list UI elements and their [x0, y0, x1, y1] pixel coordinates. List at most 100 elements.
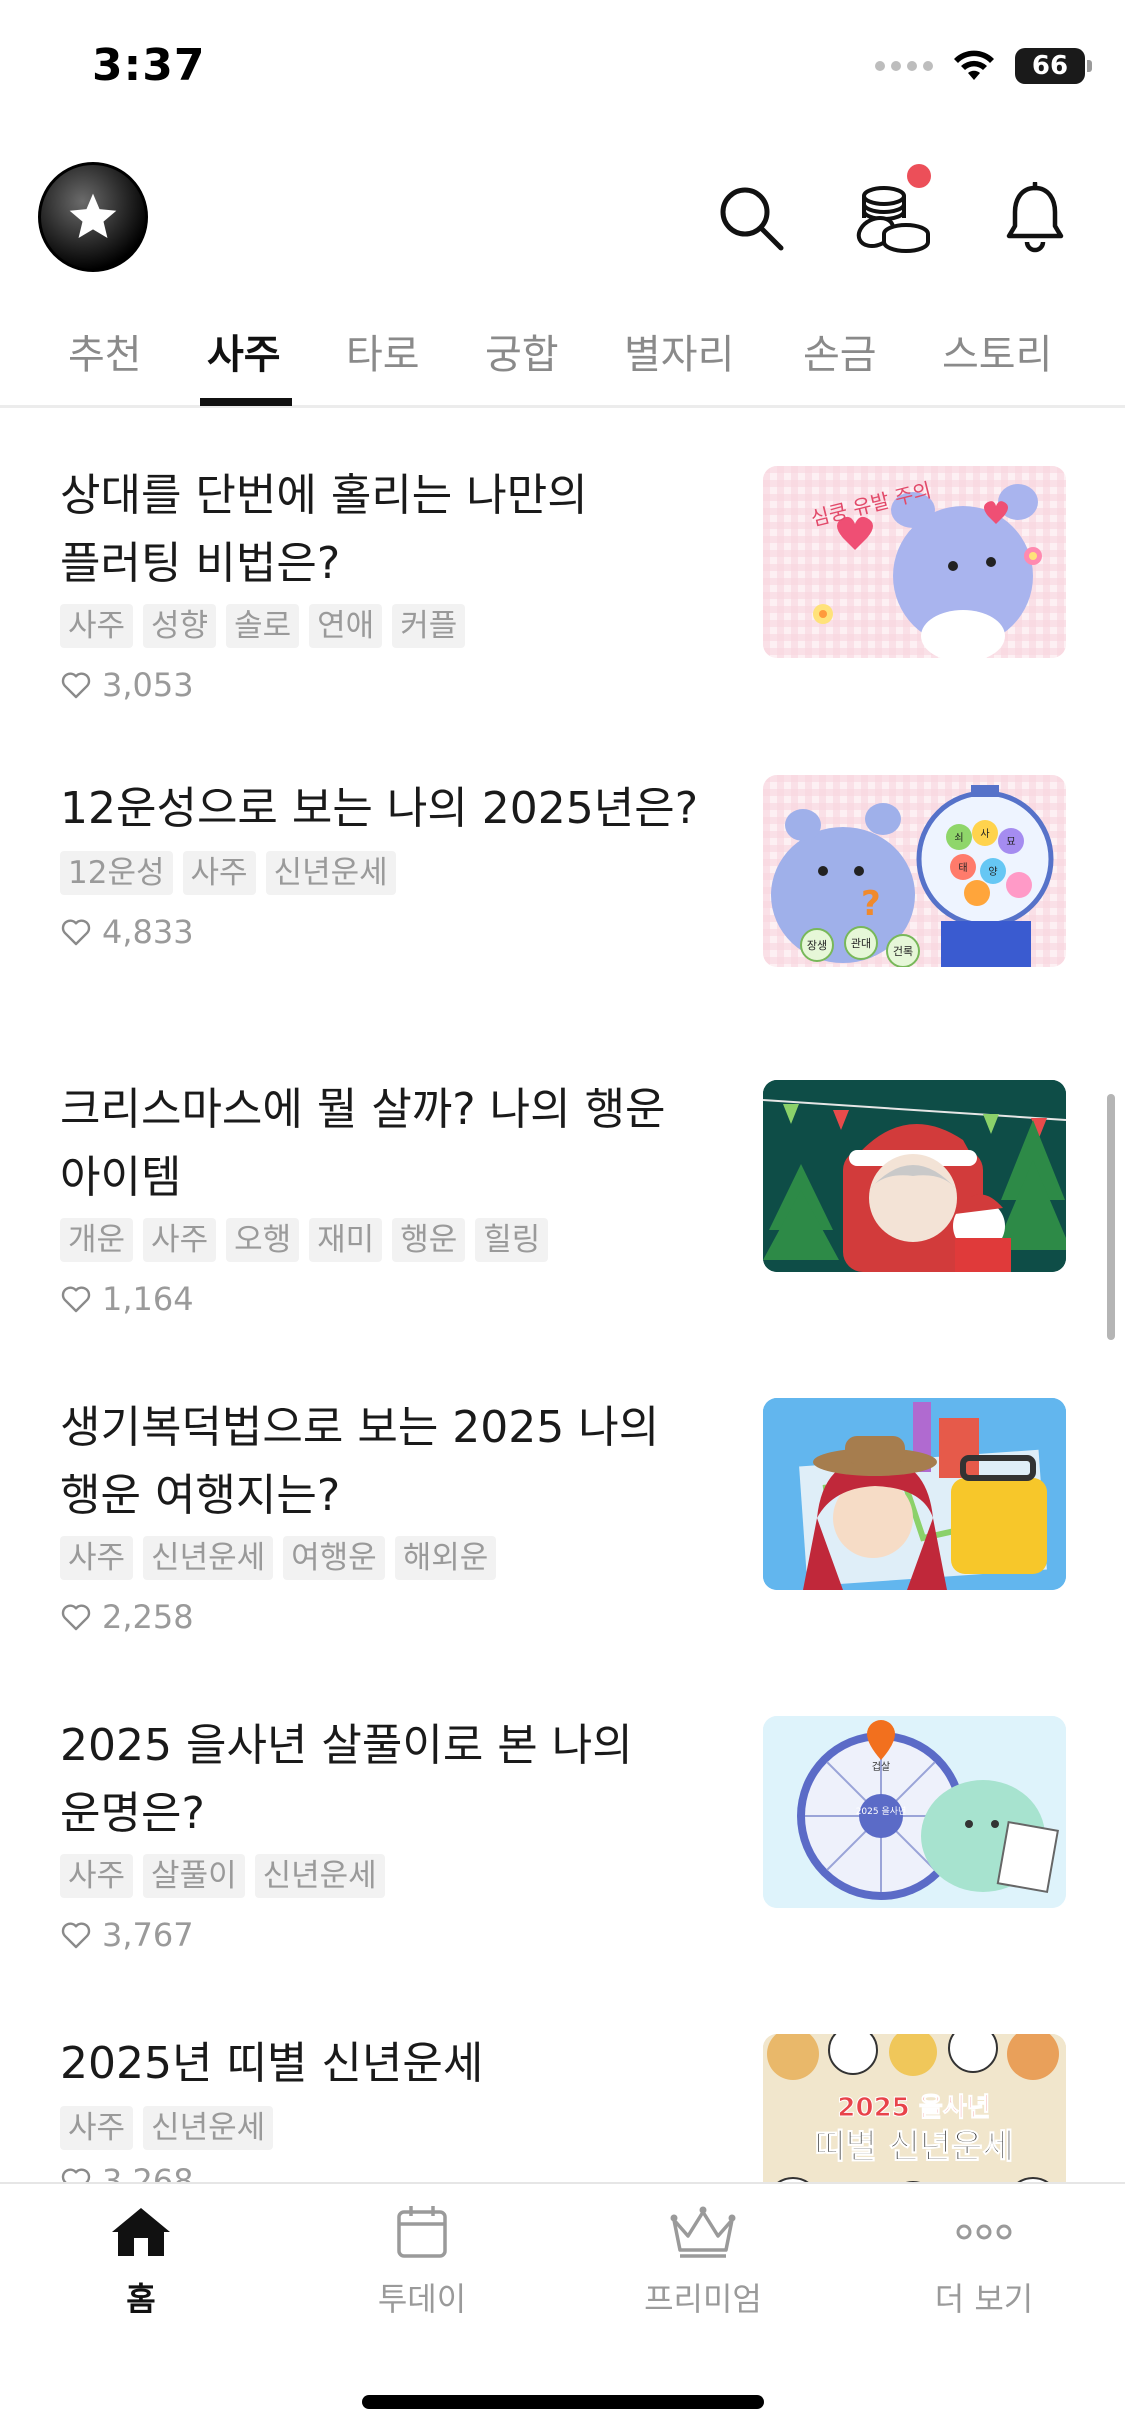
svg-text:태: 태	[958, 862, 967, 874]
card-title: 크리스마스에 뭘 살까? 나의 행운 아이템	[60, 1084, 666, 1203]
app-header	[0, 140, 1125, 290]
nav-today[interactable]: 투데이	[322, 2204, 522, 2320]
notification-dot	[907, 164, 931, 188]
tag: 힐링	[475, 1218, 549, 1262]
coins-icon	[856, 186, 930, 253]
nav-label: 더 보기	[934, 2280, 1034, 2318]
tag: 개운	[60, 1218, 134, 1262]
card-thumbnail: 2025 을사년 띠별 신년운세	[763, 2034, 1066, 2182]
star-icon	[69, 193, 117, 238]
svg-text:띠별 신년운세: 띠별 신년운세	[814, 2127, 1014, 2167]
nav-home[interactable]: 홈	[41, 2204, 241, 2320]
list-item[interactable]: 12운성으로 보는 나의 2025년은? 12운성 사주 신년운세 4,833 …	[0, 745, 1125, 1063]
battery-icon: 66	[1015, 48, 1092, 84]
tag: 해외운	[394, 1536, 497, 1580]
card-thumbnail	[763, 1398, 1066, 1590]
svg-text:양: 양	[988, 866, 997, 878]
status-indicators: 66	[875, 48, 1092, 84]
status-time: 3:37	[92, 40, 206, 91]
card-title: 2025 을사년 살풀이로 본 나의 운명은?	[60, 1720, 633, 1839]
scrollbar[interactable]	[1107, 1094, 1115, 1340]
coins-button[interactable]	[853, 164, 933, 258]
card-title: 2025년 띠별 신년운세	[60, 2038, 484, 2089]
bell-icon	[1006, 182, 1064, 253]
tag: 사주	[60, 1536, 134, 1580]
svg-text:?: ?	[861, 884, 881, 924]
card-thumbnail	[763, 1080, 1066, 1272]
tag: 솔로	[226, 604, 300, 648]
card-title: 12운성으로 보는 나의 2025년은?	[60, 783, 699, 834]
svg-text:묘: 묘	[1006, 837, 1015, 848]
tag: 사주	[60, 604, 134, 648]
nav-label: 투데이	[377, 2280, 467, 2318]
svg-text:쇠: 쇠	[954, 832, 963, 844]
svg-text:사: 사	[980, 828, 989, 840]
category-tabs: 추천 사주 타로 궁합 별자리 손금 스토리	[0, 300, 1125, 408]
tag: 12운성	[60, 851, 173, 895]
home-indicator	[362, 2395, 764, 2409]
svg-text:장생: 장생	[807, 939, 827, 952]
tag: 연애	[309, 604, 383, 648]
like-count: 4,833	[60, 913, 194, 951]
notification-button[interactable]	[995, 178, 1075, 258]
card-title: 상대를 단번에 홀리는 나만의 플러팅 비법은?	[60, 470, 588, 589]
tag: 사주	[60, 1854, 134, 1898]
star-logo[interactable]	[38, 162, 148, 272]
svg-text:2025 을사년: 2025 을사년	[837, 2093, 990, 2123]
tab-compatibility[interactable]: 궁합	[485, 322, 559, 380]
like-count: 2,258	[60, 1598, 194, 1636]
tab-tarot[interactable]: 타로	[346, 322, 420, 380]
svg-text:건록: 건록	[893, 945, 913, 958]
heart-icon	[61, 919, 91, 946]
tag: 사주	[60, 2106, 134, 2150]
like-count: 3,053	[60, 666, 194, 704]
card-title: 생기복덕법으로 보는 2025 나의 행운 여행지는?	[60, 1402, 660, 1521]
svg-text:겁살: 겁살	[872, 1761, 890, 1773]
search-button[interactable]	[711, 178, 791, 258]
tag: 여행운	[283, 1536, 385, 1580]
list-item[interactable]: 2025 을사년 살풀이로 본 나의 운명은? 사주 살풀이 신년운세 3,767	[0, 1676, 1125, 1994]
list-item[interactable]: 2025년 띠별 신년운세 사주 신년운세 3,268 2025 을사년 띠별 …	[0, 1994, 1125, 2182]
status-bar: 3:37 66	[0, 0, 1125, 140]
more-icon	[956, 2224, 1012, 2240]
tag: 오행	[226, 1218, 300, 1262]
list-item[interactable]: 생기복덕법으로 보는 2025 나의 행운 여행지는? 사주 신년운세 여행운 해…	[0, 1358, 1125, 1676]
calendar-icon	[397, 2206, 447, 2258]
tag: 사주	[143, 1218, 217, 1262]
tab-story[interactable]: 스토리	[942, 322, 1052, 380]
nav-premium[interactable]: 프리미엄	[603, 2204, 803, 2320]
tag-list: 사주 신년운세	[60, 2106, 274, 2150]
nav-label: 홈	[126, 2280, 156, 2318]
tag-list: 사주 성향 솔로 연애 커플	[60, 604, 466, 648]
tag: 살풀이	[143, 1854, 245, 1898]
like-count: 1,164	[60, 1280, 194, 1318]
tag-list: 개운 사주 오행 재미 행운 힐링	[60, 1218, 549, 1262]
heart-icon	[61, 2168, 91, 2182]
crown-icon	[670, 2206, 736, 2258]
card-thumbnail: 2025 을사년 겁살	[763, 1716, 1066, 1908]
card-thumbnail: 심쿵 유발 주의	[763, 466, 1066, 658]
wifi-icon	[954, 50, 994, 80]
heart-icon	[61, 1922, 91, 1949]
tab-palmistry[interactable]: 손금	[803, 322, 877, 380]
home-icon	[112, 2208, 170, 2256]
tag: 행운	[392, 1218, 466, 1262]
tag: 신년운세	[143, 2106, 274, 2150]
list-item[interactable]: 크리스마스에 뭘 살까? 나의 행운 아이템 개운 사주 오행 재미 행운 힐링 …	[0, 1040, 1125, 1358]
tag: 재미	[309, 1218, 383, 1262]
card-thumbnail: ? 쇠 사 묘 태 양 장생 관대 건록	[763, 775, 1066, 967]
search-icon	[720, 187, 784, 251]
like-count: 3,268	[60, 2162, 194, 2182]
tag-list: 12운성 사주 신년운세	[60, 851, 396, 895]
heart-icon	[61, 672, 91, 699]
nav-more[interactable]: 더 보기	[884, 2204, 1084, 2320]
header-actions	[711, 164, 1075, 258]
tag-list: 사주 신년운세 여행운 해외운	[60, 1536, 497, 1580]
tab-zodiac[interactable]: 별자리	[624, 322, 734, 380]
tag: 신년운세	[143, 1536, 274, 1580]
tab-saju[interactable]: 사주	[207, 322, 281, 380]
svg-text:2025 을사년: 2025 을사년	[856, 1806, 907, 1817]
tab-recommend[interactable]: 추천	[68, 322, 142, 380]
active-tab-indicator	[200, 398, 292, 406]
list-item[interactable]: 상대를 단번에 홀리는 나만의 플러팅 비법은? 사주 성향 솔로 연애 커플 3…	[0, 426, 1125, 744]
